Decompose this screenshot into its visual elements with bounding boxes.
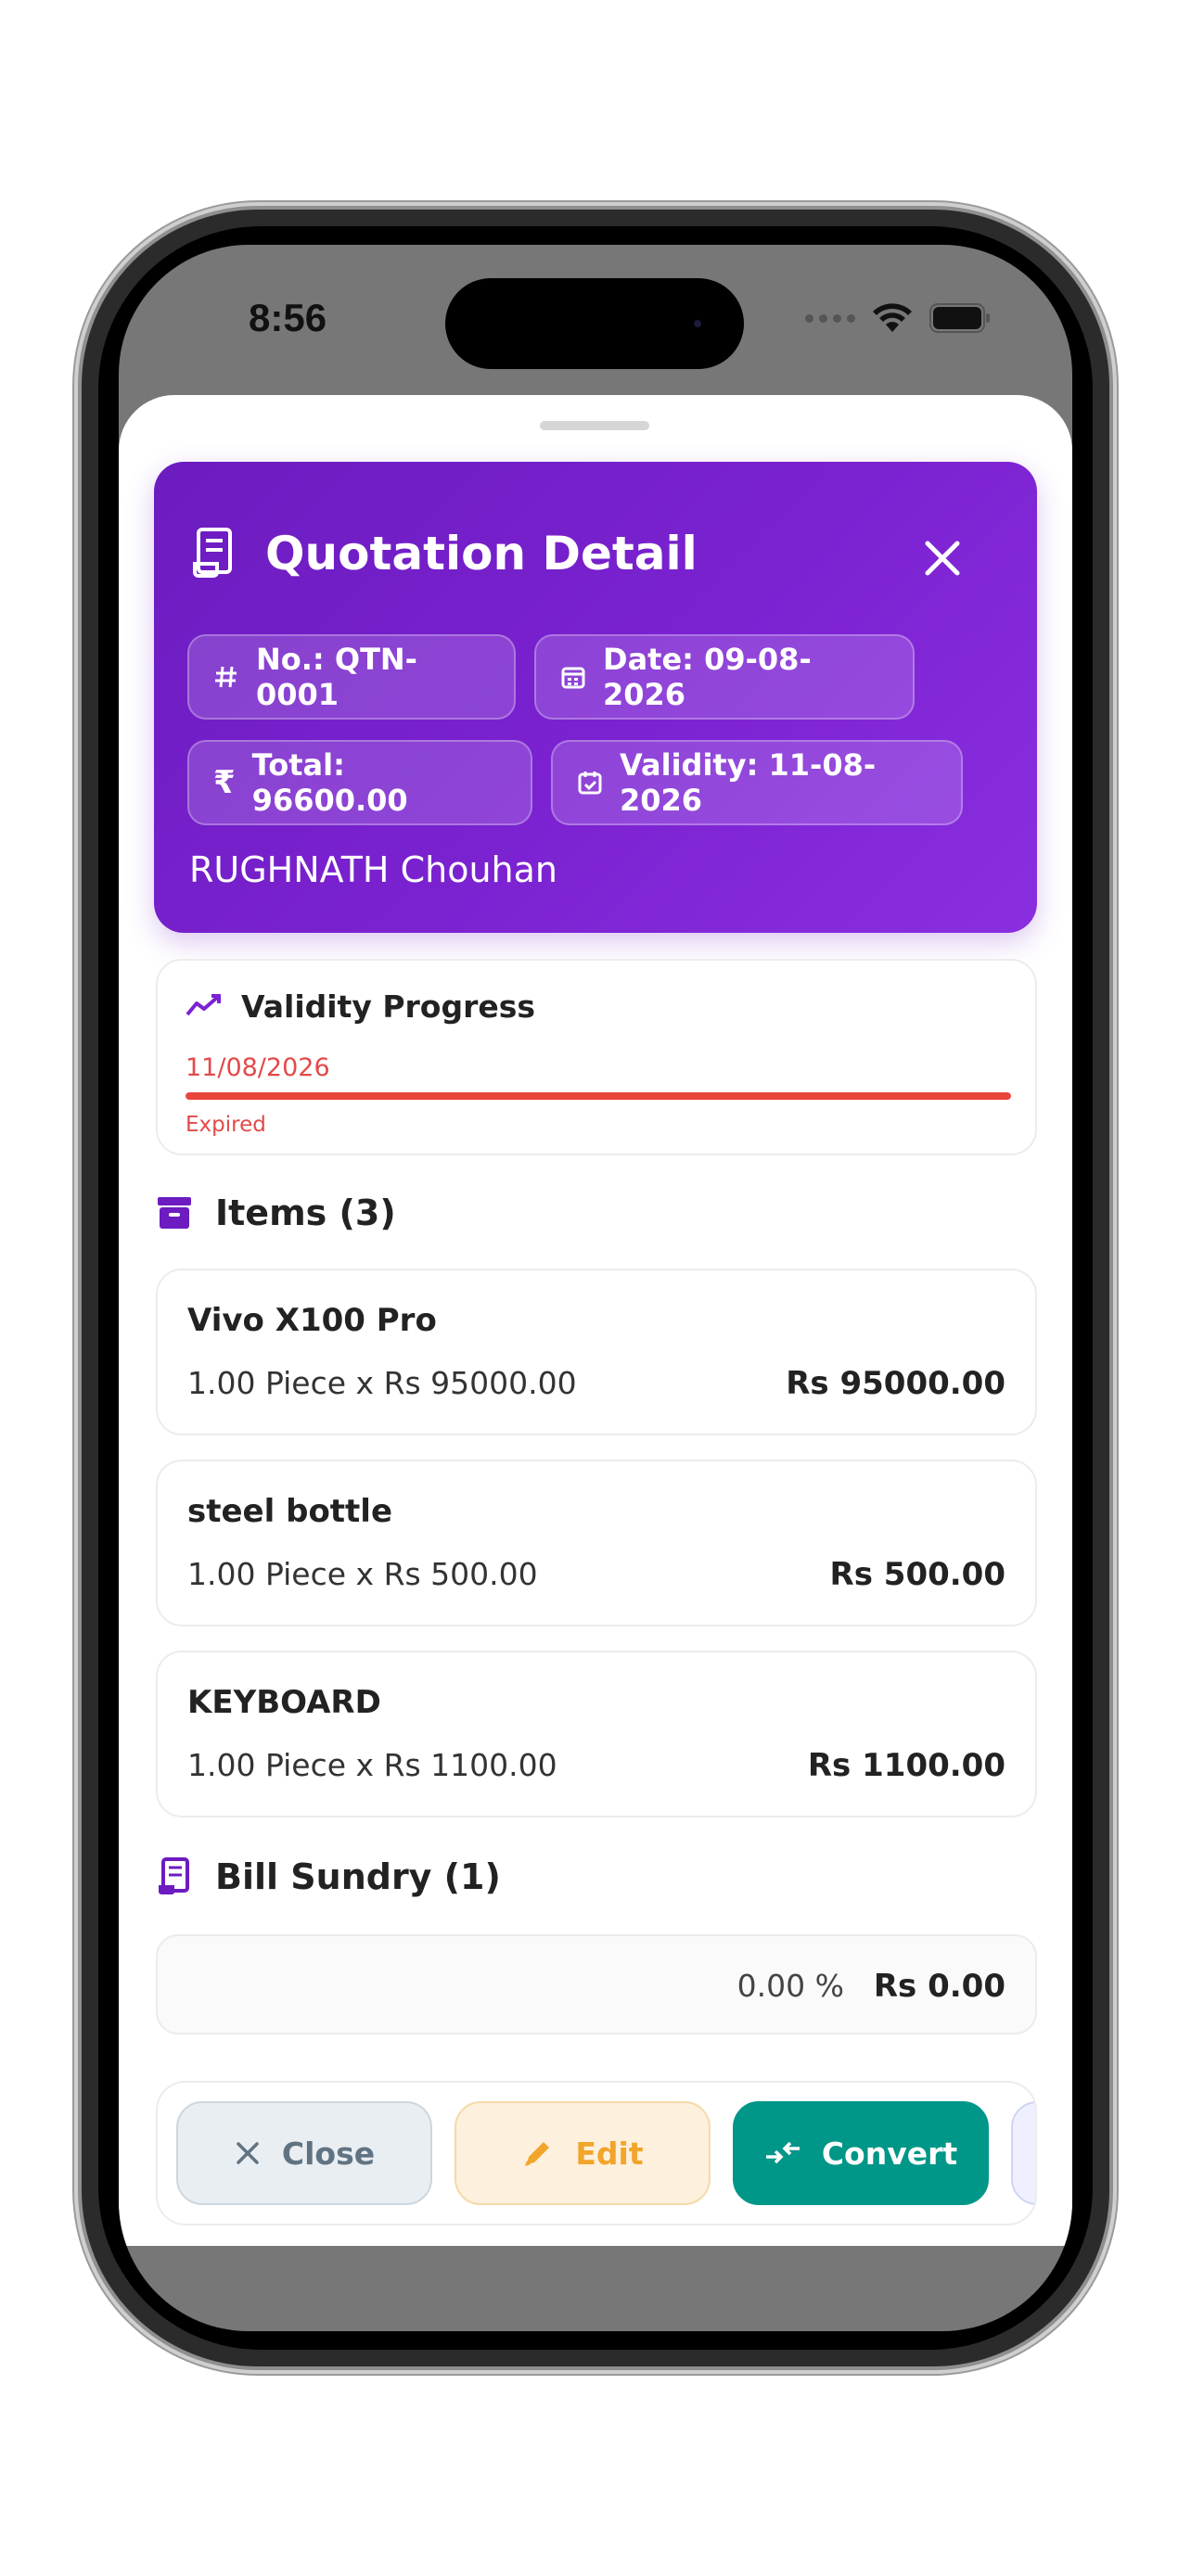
quotation-number-chip: No.: QTN-0001 [187, 634, 516, 720]
status-time: 8:56 [249, 296, 327, 339]
pencil-icon [525, 2142, 550, 2166]
quotation-header-card: Quotation Detail No.: QTN-0001 Date: 09-… [154, 462, 1037, 933]
item-row[interactable]: Vivo X100 Pro 1.00 Piece x Rs 95000.00 R… [156, 1269, 1037, 1435]
item-row[interactable]: steel bottle 1.00 Piece x Rs 500.00 Rs 5… [156, 1460, 1037, 1626]
receipt-icon [159, 1857, 189, 1895]
receipt-icon [193, 528, 232, 578]
quotation-validity-chip: Validity: 11-08-2026 [551, 740, 963, 825]
item-name: KEYBOARD [187, 1684, 381, 1721]
action-button [74, 658, 82, 751]
battery-icon [929, 303, 990, 333]
quotation-number: No.: QTN-0001 [256, 642, 417, 712]
quotation-total: Total: 96600.00 [251, 747, 408, 818]
rupee-icon: ₹ [213, 764, 236, 801]
convert-arrows-icon [765, 2141, 800, 2164]
bill-sundry-row[interactable]: 0.00 % Rs 0.00 [156, 1934, 1037, 2034]
sundry-percent: 0.00 % [736, 1968, 844, 2004]
volume-up-button [74, 835, 82, 983]
bill-sundry-section-header: Bill Sundry (1) [156, 1856, 501, 1897]
power-button [1109, 886, 1117, 1131]
page-title: Quotation Detail [265, 527, 698, 580]
edit-button-label: Edit [575, 2135, 644, 2172]
item-row[interactable]: KEYBOARD 1.00 Piece x Rs 1100.00 Rs 1100… [156, 1651, 1037, 1817]
camera-dot [694, 320, 701, 327]
validity-progress-fill [186, 1092, 1011, 1100]
quotation-validity: Validity: 11-08-2026 [620, 747, 877, 818]
edit-button[interactable]: Edit [455, 2101, 711, 2205]
more-actions-button[interactable] [1011, 2101, 1035, 2205]
item-name: steel bottle [187, 1493, 393, 1530]
close-button[interactable]: Close [176, 2101, 432, 2205]
customer-name: RUGHNATH Chouhan [189, 849, 557, 890]
items-section-header: Items (3) [156, 1192, 396, 1233]
item-quantity: 1.00 Piece x Rs 500.00 [187, 1556, 538, 1592]
quotation-date-chip: Date: 09-08-2026 [534, 634, 915, 720]
validity-progress-bar [186, 1092, 1011, 1100]
status-icons [805, 302, 991, 334]
calendar-icon [561, 667, 585, 689]
hash-icon [215, 666, 237, 688]
screen: 8:56 Quotation Detail No.: QTN-0001 Date… [119, 245, 1072, 2331]
item-amount: Rs 1100.00 [807, 1747, 1005, 1784]
convert-button[interactable]: Convert [733, 2101, 989, 2205]
action-bar: Close Edit Convert [156, 2081, 1037, 2225]
quotation-sheet: Quotation Detail No.: QTN-0001 Date: 09-… [119, 395, 1072, 2246]
validity-title: Validity Progress [241, 988, 536, 1025]
item-quantity: 1.00 Piece x Rs 1100.00 [187, 1747, 557, 1783]
calendar-check-icon [578, 772, 602, 795]
sheet-drag-handle[interactable] [540, 421, 649, 430]
item-amount: Rs 95000.00 [786, 1365, 1005, 1402]
quotation-date: Date: 09-08-2026 [603, 642, 812, 712]
quotation-total-chip: ₹ Total: 96600.00 [187, 740, 532, 825]
close-button-label: Close [281, 2135, 376, 2172]
dynamic-island [445, 278, 744, 369]
item-name: Vivo X100 Pro [187, 1302, 437, 1339]
validity-status: Expired [186, 1113, 266, 1137]
items-title: Items (3) [215, 1192, 396, 1233]
item-quantity: 1.00 Piece x Rs 95000.00 [187, 1365, 577, 1401]
volume-down-button [74, 1034, 82, 1182]
validity-date: 11/08/2026 [186, 1053, 330, 1082]
trending-icon [186, 994, 221, 1016]
validity-progress-card: Validity Progress 11/08/2026 Expired [156, 959, 1037, 1155]
convert-button-label: Convert [821, 2135, 958, 2172]
bill-sundry-title: Bill Sundry (1) [215, 1856, 501, 1897]
close-icon [237, 2142, 259, 2164]
wifi-icon [873, 303, 912, 332]
item-amount: Rs 500.00 [829, 1556, 1005, 1593]
cellular-signal-icon [805, 313, 855, 323]
close-icon[interactable] [915, 530, 970, 586]
archive-box-icon [158, 1197, 191, 1229]
sundry-amount: Rs 0.00 [873, 1968, 1005, 2005]
